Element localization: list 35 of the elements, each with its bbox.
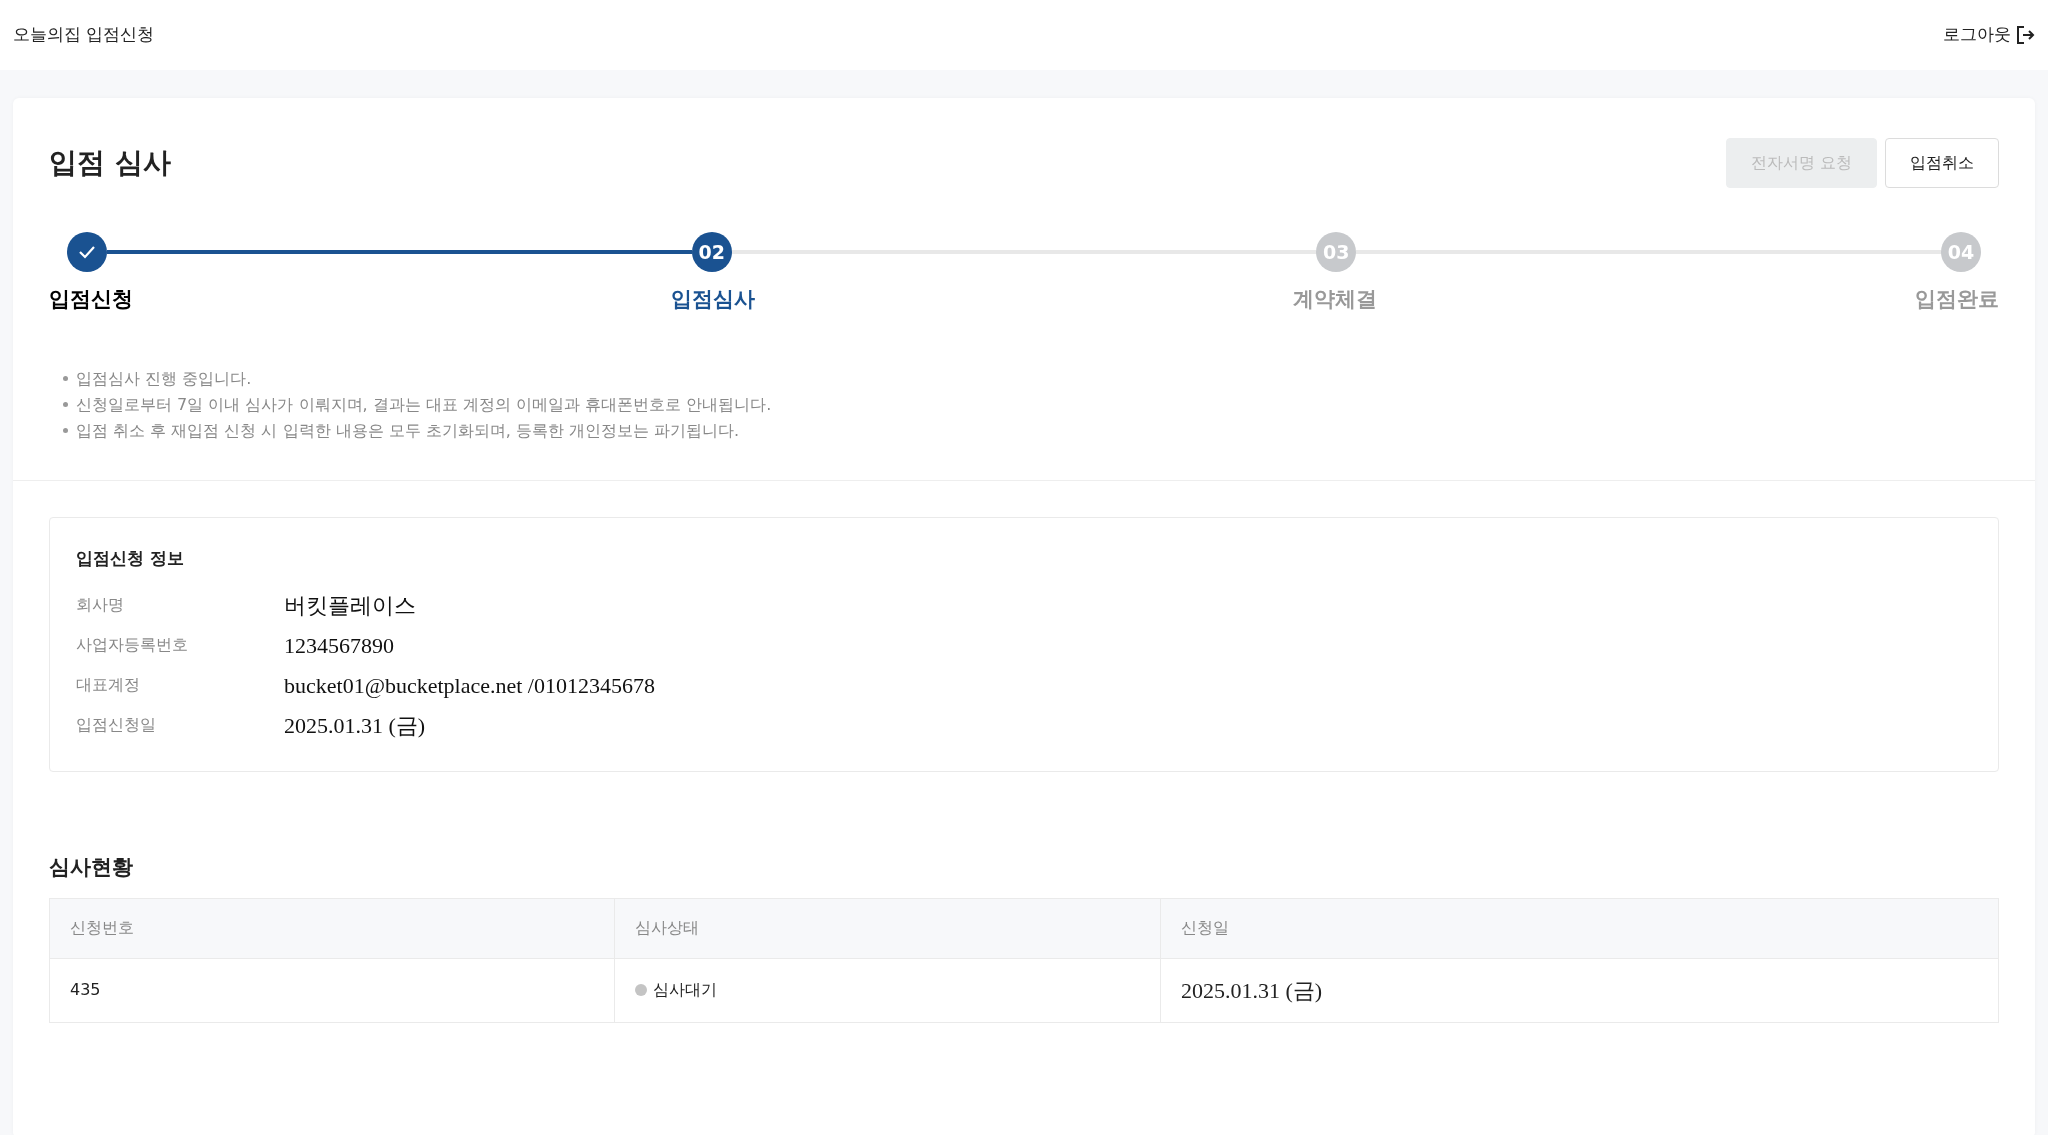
step-label: 입점완료 <box>1915 286 1999 313</box>
notice-text: 신청일로부터 7일 이내 심사가 이뤄지며, 결과는 대표 계정의 이메일과 휴대폰번호로 안내됩니다. <box>76 393 772 416</box>
step-label: 입점신청 <box>49 286 133 313</box>
bullet-icon <box>63 428 68 433</box>
step-marker: 04 <box>1941 232 1981 272</box>
section-title: 심사현황 <box>49 854 134 881</box>
bullet-icon <box>63 376 68 381</box>
cancel-button[interactable]: 입점취소 <box>1885 138 1999 188</box>
column-header: 신청번호 <box>49 898 615 958</box>
notice-text: 입점 취소 후 재입점 신청 시 입력한 내용은 모두 초기화되며, 등록한 개인정보는 파기됩니다. <box>76 419 740 442</box>
field-label: 대표계정 <box>76 674 141 696</box>
step-label: 계약체결 <box>1293 286 1377 313</box>
logout-link[interactable]: 로그아웃 <box>1943 22 2035 48</box>
field-label: 회사명 <box>76 594 125 616</box>
column-header: 심사상태 <box>614 898 1161 958</box>
column-header: 신청일 <box>1160 898 1999 958</box>
app-title: 오늘의집 입점신청 <box>13 23 155 47</box>
page-title: 입점 심사 <box>49 146 171 180</box>
field-value: bucket01@bucketplace.net /01012345678 <box>284 671 655 700</box>
step-marker: 02 <box>691 232 732 272</box>
table-cell: 2025.01.31 (금) <box>1160 958 1999 1022</box>
check-icon <box>78 245 96 259</box>
field-label: 사업자등록번호 <box>76 634 189 656</box>
step-label: 입점심사 <box>671 286 755 313</box>
bullet-icon <box>63 402 68 407</box>
section-title: 입점신청 정보 <box>76 546 185 570</box>
step-marker: 03 <box>1316 232 1357 272</box>
field-value: 버킷플레이스 <box>284 591 416 620</box>
field-label: 입점신청일 <box>76 714 157 736</box>
status-label: 심사대기 <box>653 980 718 999</box>
notice-text: 입점심사 진행 중입니다. <box>76 367 252 390</box>
table-cell: 435 <box>49 958 615 1022</box>
field-value: 1234567890 <box>284 631 394 660</box>
field-value: 2025.01.31 (금) <box>284 711 426 740</box>
logout-icon <box>2015 25 2035 45</box>
